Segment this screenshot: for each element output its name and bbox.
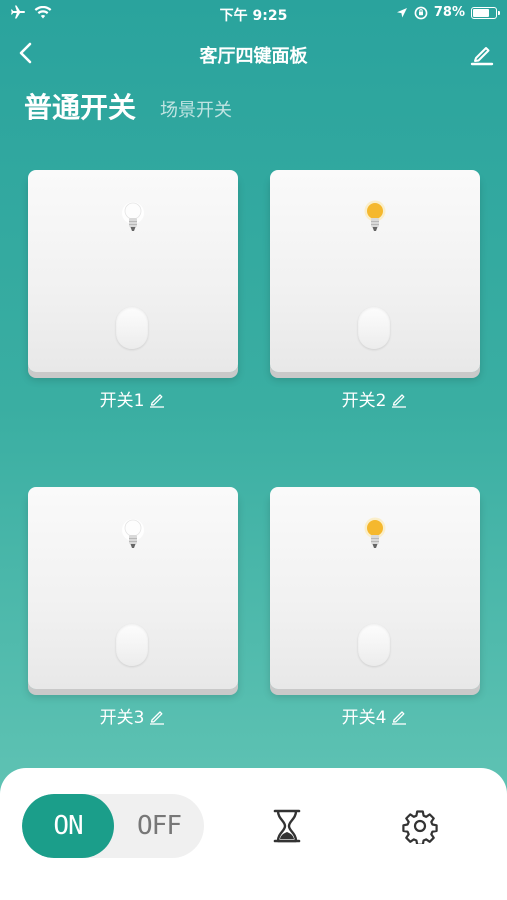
switch-3: 开关3 <box>28 487 238 728</box>
all-off-button[interactable]: OFF <box>114 794 204 858</box>
pencil-icon[interactable] <box>148 390 166 408</box>
switch-4: 开关4 <box>270 487 480 728</box>
orientation-lock-icon <box>414 6 428 19</box>
pencil-icon[interactable] <box>390 390 408 408</box>
gear-icon[interactable] <box>402 808 438 844</box>
tab-bar: 普通开关 场景开关 <box>24 86 232 126</box>
switch-2: 开关2 <box>270 170 480 411</box>
rocker-switch[interactable] <box>116 307 148 349</box>
bulb-on-icon <box>364 517 386 548</box>
bottom-control-panel: ON OFF <box>0 768 507 900</box>
hourglass-icon[interactable] <box>270 808 304 844</box>
chevron-left-icon[interactable] <box>14 40 40 66</box>
switch-label: 开关2 <box>341 391 387 411</box>
pencil-icon[interactable] <box>469 40 495 66</box>
switch-label: 开关4 <box>341 708 387 728</box>
tab-normal-switch[interactable]: 普通开关 <box>24 86 136 126</box>
pencil-icon[interactable] <box>148 707 166 725</box>
all-on-button[interactable]: ON <box>22 794 114 858</box>
switch-label-row[interactable]: 开关1 <box>28 386 238 411</box>
battery-icon <box>471 6 500 19</box>
switch-label: 开关3 <box>99 708 145 728</box>
switch-label: 开关1 <box>99 391 145 411</box>
pencil-icon[interactable] <box>390 707 408 725</box>
rocker-switch[interactable] <box>116 624 148 666</box>
tab-scene-switch[interactable]: 场景开关 <box>160 96 232 126</box>
nav-bar: 客厅四键面板 <box>0 32 507 72</box>
switch-card[interactable] <box>28 170 238 372</box>
page-title: 客厅四键面板 <box>199 46 308 67</box>
all-on-off-toggle: ON OFF <box>22 794 204 858</box>
switch-1: 开关1 <box>28 170 238 411</box>
status-bar: 下午 9:25 78% <box>0 0 507 28</box>
bulb-off-icon <box>122 519 144 548</box>
battery-fill <box>473 8 490 17</box>
location-icon <box>396 7 407 17</box>
switch-label-row[interactable]: 开关3 <box>28 703 238 728</box>
switch-card[interactable] <box>270 487 480 689</box>
bulb-off-icon <box>122 202 144 231</box>
battery-percent: 78% <box>433 5 465 20</box>
rocker-switch[interactable] <box>358 307 390 349</box>
switch-card[interactable] <box>28 487 238 689</box>
rocker-switch[interactable] <box>358 624 390 666</box>
switch-label-row[interactable]: 开关4 <box>270 703 480 728</box>
switch-label-row[interactable]: 开关2 <box>270 386 480 411</box>
bulb-on-icon <box>364 200 386 231</box>
switch-card[interactable] <box>270 170 480 372</box>
